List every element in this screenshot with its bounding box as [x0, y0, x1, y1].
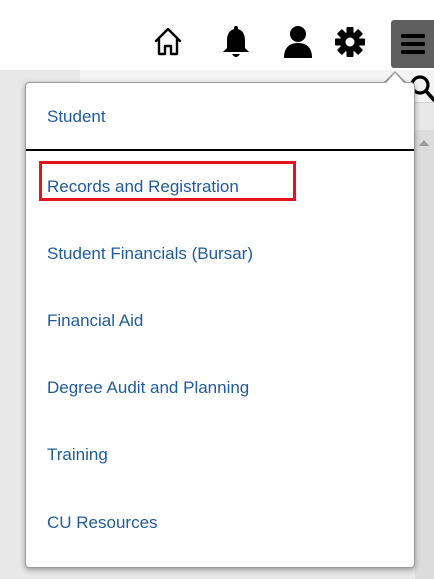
menu-item-cu-resources[interactable]: CU Resources: [26, 491, 414, 557]
menu-title: Student: [47, 107, 106, 126]
gear-icon[interactable]: [333, 22, 367, 62]
highlight-box: [39, 161, 296, 201]
user-icon[interactable]: [281, 22, 315, 62]
menu-caret-inner: [385, 73, 405, 84]
scrollbar[interactable]: [415, 130, 434, 579]
menu-item-student-financials[interactable]: Student Financials (Bursar): [26, 219, 414, 285]
menu-icon: [401, 34, 425, 38]
scroll-up-icon[interactable]: [419, 140, 429, 146]
menu-button[interactable]: [391, 20, 434, 68]
home-icon[interactable]: [153, 22, 183, 62]
menu-item-financial-aid[interactable]: Financial Aid: [26, 287, 414, 353]
bell-icon[interactable]: [219, 22, 253, 62]
top-header: [0, 0, 434, 70]
menu-item-training[interactable]: Training: [26, 423, 414, 489]
menu-header[interactable]: Student: [26, 83, 414, 151]
menu-item-degree-audit[interactable]: Degree Audit and Planning: [26, 355, 414, 421]
navigation-menu: Student Records and Registration Student…: [25, 82, 415, 568]
